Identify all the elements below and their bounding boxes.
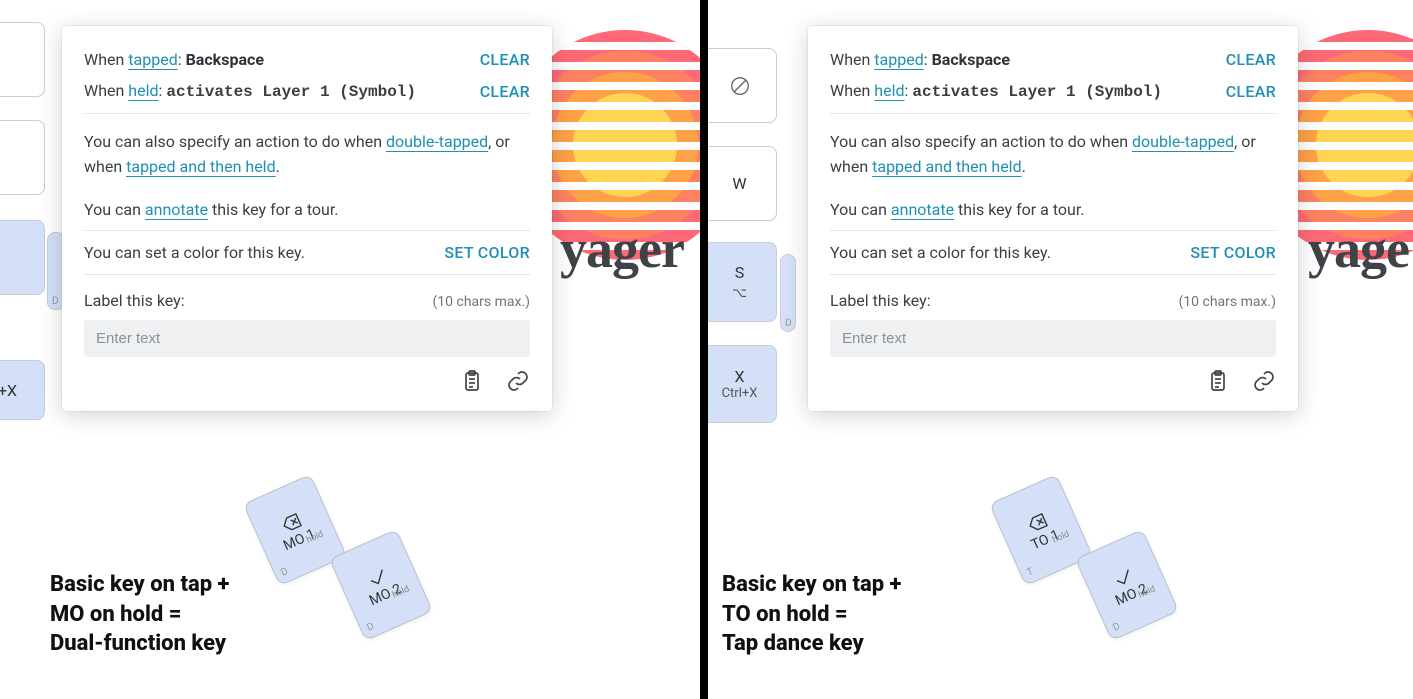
brand-text-fragment: yager bbox=[560, 218, 684, 280]
text: When bbox=[84, 81, 128, 100]
key-blank[interactable] bbox=[708, 48, 777, 123]
right-caption: Basic key on tap + TO on hold = Tap danc… bbox=[722, 570, 901, 659]
left-panel: yager D +X When tapped: Backspace CLEAR … bbox=[0, 0, 706, 699]
tapped-link[interactable]: tapped bbox=[128, 50, 177, 69]
corner-label: T bbox=[1025, 566, 1035, 578]
text: : bbox=[924, 50, 932, 69]
text: . bbox=[1022, 157, 1026, 176]
text: this key for a tour. bbox=[208, 200, 338, 219]
caption-line: MO on hold = bbox=[50, 600, 229, 630]
caption-line: Dual-function key bbox=[50, 629, 229, 659]
text: When bbox=[830, 81, 874, 100]
key-blank[interactable] bbox=[0, 22, 45, 97]
key-label: +X bbox=[0, 381, 17, 400]
key-fragment[interactable]: D bbox=[780, 254, 796, 332]
key-label: S bbox=[735, 263, 745, 282]
color-text: You can set a color for this key. bbox=[84, 243, 305, 262]
text: When bbox=[84, 50, 128, 69]
key-s[interactable]: S ⌥ bbox=[708, 242, 777, 322]
held-value: activates Layer 1 (Symbol) bbox=[166, 83, 416, 101]
tapped-value: Backspace bbox=[186, 50, 264, 69]
caption-line: Basic key on tap + bbox=[50, 570, 229, 600]
caption-line: Tap dance key bbox=[722, 629, 901, 659]
text: . bbox=[276, 157, 280, 176]
corner-label: D bbox=[279, 566, 289, 579]
label-row: Label this key: (10 chars max.) bbox=[830, 281, 1276, 310]
text: this key for a tour. bbox=[954, 200, 1084, 219]
key-editor-popover: When tapped: Backspace CLEAR When held: … bbox=[808, 26, 1298, 411]
key-blank[interactable] bbox=[0, 220, 45, 295]
annotate-para: You can annotate this key for a tour. bbox=[84, 188, 530, 232]
tapped-value: Backspace bbox=[932, 50, 1010, 69]
brand-text-fragment: yage bbox=[1308, 218, 1409, 280]
key-corner-label: D bbox=[785, 318, 792, 329]
annotate-link[interactable]: annotate bbox=[145, 200, 208, 219]
thumb-key-mo2[interactable]: MO 2 hold D bbox=[329, 529, 433, 641]
thumb-key-mo2[interactable]: MO 2 hold D bbox=[1075, 529, 1179, 641]
clipboard-icon[interactable] bbox=[1206, 369, 1230, 397]
when-tapped-row: When tapped: Backspace CLEAR bbox=[830, 44, 1276, 75]
label-row: Label this key: (10 chars max.) bbox=[84, 281, 530, 310]
extra-actions-para: You can also specify an action to do whe… bbox=[84, 120, 530, 188]
corner-label: D bbox=[1111, 621, 1121, 634]
annotate-link[interactable]: annotate bbox=[891, 200, 954, 219]
clear-tapped-button[interactable]: CLEAR bbox=[1226, 50, 1276, 69]
key-x-ctrl[interactable]: X Ctrl+X bbox=[708, 345, 777, 423]
right-panel: yage W S ⌥ D X Ctrl+X When tapped: Backs… bbox=[708, 0, 1413, 699]
extra-actions-para: You can also specify an action to do whe… bbox=[830, 120, 1276, 188]
held-value: activates Layer 1 (Symbol) bbox=[912, 83, 1162, 101]
key-w[interactable]: W bbox=[708, 146, 777, 221]
caption-line: TO on hold = bbox=[722, 600, 901, 630]
double-tapped-link[interactable]: double-tapped bbox=[386, 132, 488, 151]
clear-held-button[interactable]: CLEAR bbox=[480, 82, 530, 101]
no-action-icon bbox=[729, 75, 751, 97]
text: You can also specify an action to do whe… bbox=[84, 132, 386, 151]
double-tapped-link[interactable]: double-tapped bbox=[1132, 132, 1234, 151]
when-tapped-row: When tapped: Backspace CLEAR bbox=[84, 44, 530, 75]
text: : bbox=[178, 50, 186, 69]
key-plus-x[interactable]: +X bbox=[0, 360, 45, 420]
key-label-input[interactable] bbox=[830, 320, 1276, 357]
color-row: You can set a color for this key. SET CO… bbox=[830, 237, 1276, 275]
text: When bbox=[830, 50, 874, 69]
text: You can bbox=[84, 200, 145, 219]
set-color-button[interactable]: SET COLOR bbox=[444, 243, 530, 262]
link-icon[interactable] bbox=[506, 369, 530, 397]
link-icon[interactable] bbox=[1252, 369, 1276, 397]
annotate-para: You can annotate this key for a tour. bbox=[830, 188, 1276, 232]
color-text: You can set a color for this key. bbox=[830, 243, 1051, 262]
key-sublabel: Ctrl+X bbox=[722, 386, 758, 401]
when-held-row: When held: activates Layer 1 (Symbol) CL… bbox=[830, 75, 1276, 114]
color-row: You can set a color for this key. SET CO… bbox=[84, 237, 530, 275]
label-this-key-text: Label this key: bbox=[84, 291, 185, 310]
key-editor-popover: When tapped: Backspace CLEAR When held: … bbox=[62, 26, 552, 411]
label-this-key-text: Label this key: bbox=[830, 291, 931, 310]
clear-held-button[interactable]: CLEAR bbox=[1226, 82, 1276, 101]
key-label: X bbox=[734, 367, 744, 386]
key-corner-label: D bbox=[52, 296, 59, 307]
thumb-key-to1[interactable]: TO 1 hold T bbox=[989, 474, 1093, 586]
left-caption: Basic key on tap + MO on hold = Dual-fun… bbox=[50, 570, 229, 659]
set-color-button[interactable]: SET COLOR bbox=[1190, 243, 1276, 262]
caption-line: Basic key on tap + bbox=[722, 570, 901, 600]
key-label: W bbox=[732, 174, 746, 193]
held-link[interactable]: held bbox=[128, 81, 158, 100]
tapped-link[interactable]: tapped bbox=[874, 50, 923, 69]
chars-max-text: (10 chars max.) bbox=[432, 294, 530, 310]
thumb-key-mo1[interactable]: MO 1 hold D bbox=[243, 474, 347, 586]
key-label-input[interactable] bbox=[84, 320, 530, 357]
held-link[interactable]: held bbox=[874, 81, 904, 100]
tapped-then-held-link[interactable]: tapped and then held bbox=[126, 157, 275, 176]
when-held-row: When held: activates Layer 1 (Symbol) CL… bbox=[84, 75, 530, 114]
tapped-then-held-link[interactable]: tapped and then held bbox=[872, 157, 1021, 176]
text: You can bbox=[830, 200, 891, 219]
option-glyph: ⌥ bbox=[732, 286, 747, 301]
text: You can also specify an action to do whe… bbox=[830, 132, 1132, 151]
panel-divider bbox=[700, 0, 708, 699]
key-blank[interactable] bbox=[0, 120, 45, 195]
chars-max-text: (10 chars max.) bbox=[1178, 294, 1276, 310]
clear-tapped-button[interactable]: CLEAR bbox=[480, 50, 530, 69]
clipboard-icon[interactable] bbox=[460, 369, 484, 397]
corner-label: D bbox=[365, 621, 375, 634]
